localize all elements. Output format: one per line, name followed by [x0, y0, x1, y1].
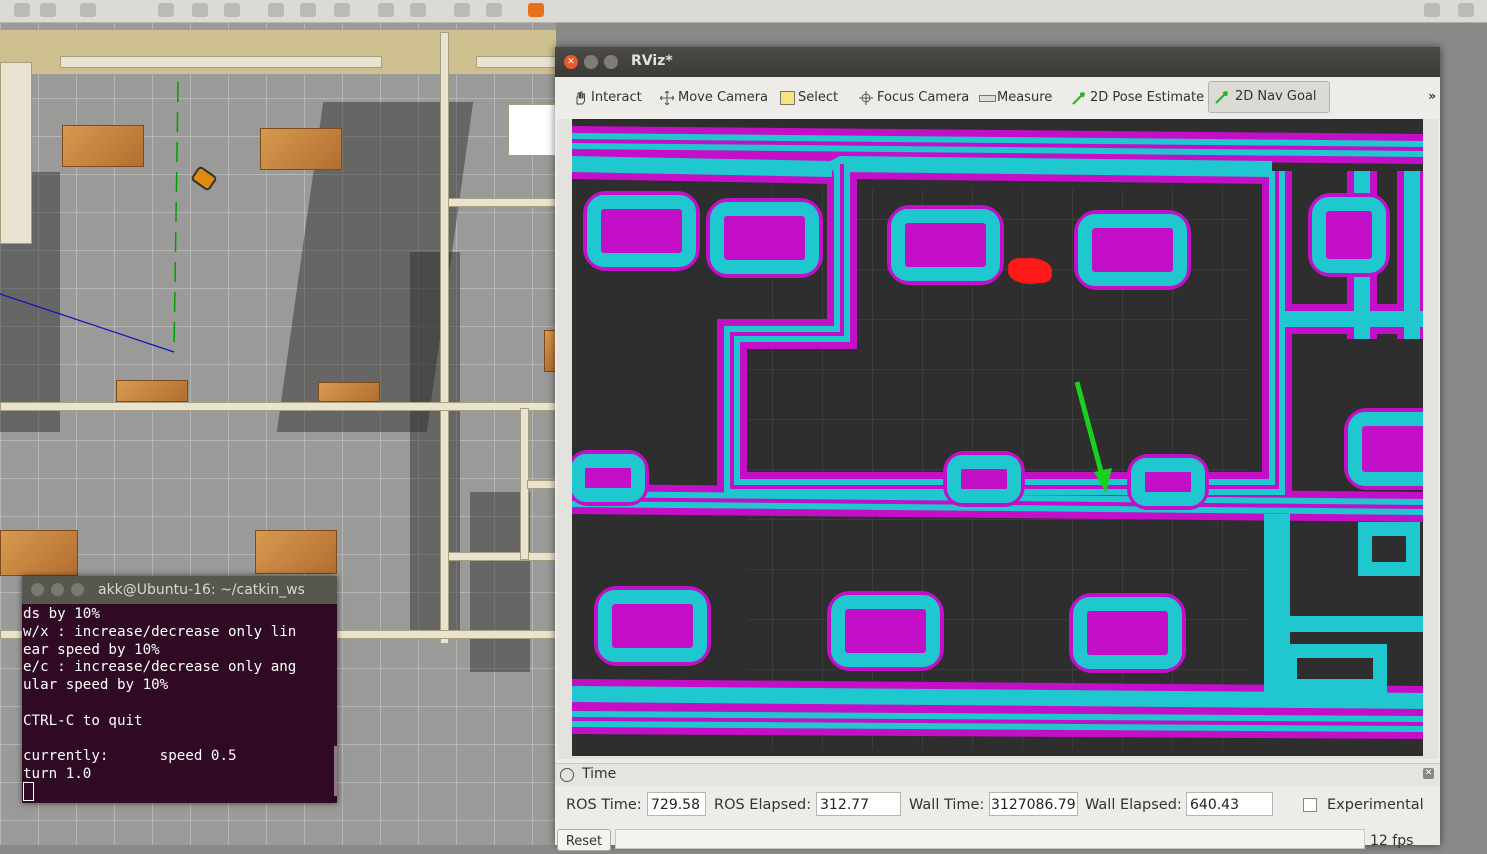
record-icon[interactable] [1458, 3, 1474, 17]
terminal-line: ​ [23, 695, 337, 713]
green-arrow-icon [1215, 91, 1228, 104]
ros-time-field[interactable]: 729.58 [647, 792, 706, 816]
tool-interact[interactable]: Interact [571, 83, 642, 113]
close-icon[interactable]: ✕ [1423, 768, 1434, 779]
render-panel [557, 119, 1438, 759]
wall-time-field[interactable]: 3127086.79 [989, 792, 1078, 816]
focus-camera-icon [859, 91, 873, 105]
tool-label: Move Camera [678, 90, 769, 105]
maximize-icon[interactable] [604, 55, 618, 69]
tool-label: Select [798, 90, 839, 105]
tool-2d-pose-estimate[interactable]: 2D Pose Estimate [1070, 83, 1204, 113]
terminal-titlebar: akk@Ubuntu-16: ~/catkin_ws [22, 576, 337, 604]
rviz-titlebar: ✕ RViz* [555, 47, 1440, 77]
gazebo-toolbar [0, 0, 1487, 23]
directional-light-icon[interactable] [334, 3, 350, 17]
terminal-window[interactable]: akk@Ubuntu-16: ~/catkin_ws ds by 10% w/x … [22, 576, 337, 803]
terminal-line: CTRL-C to quit [23, 712, 143, 729]
spot-light-icon[interactable] [300, 3, 316, 17]
terminal-output[interactable]: ds by 10% w/x : increase/decrease only li… [22, 604, 337, 784]
hand-icon [576, 91, 585, 105]
terminal-line: ​ [23, 731, 337, 749]
ros-elapsed-label: ROS Elapsed: [714, 797, 812, 813]
wall-elapsed-field[interactable]: 640.43 [1186, 792, 1273, 816]
minimize-icon[interactable] [584, 55, 598, 69]
tool-label: 2D Nav Goal [1235, 89, 1317, 104]
tool-label: Measure [997, 90, 1053, 105]
undo-icon[interactable] [14, 3, 30, 17]
terminal-line: turn 1.0 [23, 766, 92, 783]
tool-label: Focus Camera [877, 90, 970, 105]
costmap-canvas [572, 119, 1423, 756]
copy-icon[interactable] [378, 3, 394, 17]
ros-time-label: ROS Time: [566, 797, 642, 813]
color-icon[interactable] [528, 3, 544, 17]
x-axis-line [0, 293, 175, 353]
paste-icon[interactable] [410, 3, 426, 17]
close-icon[interactable]: ✕ [564, 55, 578, 69]
experimental-label: Experimental [1327, 797, 1424, 813]
tool-move-camera[interactable]: Move Camera [658, 83, 768, 113]
toolbar-overflow-button[interactable]: » [1428, 89, 1436, 103]
move-camera-icon [660, 91, 674, 105]
wall-elapsed-label: Wall Elapsed: [1085, 797, 1182, 813]
terminal-title: akk@Ubuntu-16: ~/catkin_ws [98, 582, 305, 598]
time-panel: Time ✕ ROS Time: 729.58 ROS Elapsed: 312… [555, 763, 1440, 851]
close-icon[interactable] [31, 583, 44, 596]
particle-cloud [1008, 258, 1052, 284]
rviz-window[interactable]: ✕ RViz* Interact Move Camera Select Focu… [555, 47, 1440, 851]
terminal-line: e/c : increase/decrease only ang [23, 659, 297, 676]
minimize-icon[interactable] [51, 583, 64, 596]
snap-icon[interactable] [486, 3, 502, 17]
status-bar [615, 829, 1365, 849]
tool-2d-nav-goal[interactable]: 2D Nav Goal [1208, 81, 1330, 113]
rviz-toolbar: Interact Move Camera Select Focus Camera… [555, 77, 1440, 117]
point-light-icon[interactable] [268, 3, 284, 17]
terminal-cursor [23, 782, 34, 801]
ros-elapsed-field[interactable]: 312.77 [816, 792, 901, 816]
experimental-checkbox[interactable] [1303, 798, 1317, 812]
tool-select[interactable]: Select [778, 83, 838, 113]
terminal-scrollbar[interactable] [334, 746, 337, 796]
terminal-line: ear speed by 10% [23, 641, 160, 658]
select-icon [780, 91, 795, 105]
terminal-line: currently: speed 0.5 [23, 748, 237, 765]
terminal-line: ular speed by 10% [23, 677, 169, 694]
align-icon[interactable] [454, 3, 470, 17]
reset-button[interactable]: Reset [557, 829, 611, 851]
clock-icon [560, 768, 574, 782]
tool-label: Interact [591, 90, 642, 105]
tool-measure[interactable]: Measure [977, 83, 1052, 113]
window-title: RViz* [631, 53, 673, 69]
terminal-line: w/x : increase/decrease only lin [23, 623, 297, 640]
green-arrow-icon [1072, 92, 1085, 105]
time-panel-header: Time ✕ [555, 763, 1440, 786]
terminal-line: ds by 10% [23, 606, 100, 622]
costmap-view[interactable] [572, 119, 1423, 756]
tool-focus-camera[interactable]: Focus Camera [857, 83, 969, 113]
tool-label: 2D Pose Estimate [1090, 90, 1205, 105]
wall-time-label: Wall Time: [909, 797, 985, 813]
y-axis-line [173, 81, 179, 353]
cylinder-shape-icon[interactable] [224, 3, 240, 17]
box-shape-icon[interactable] [158, 3, 174, 17]
sphere-shape-icon[interactable] [192, 3, 208, 17]
ruler-icon [979, 95, 996, 102]
screenshot-icon[interactable] [1424, 3, 1440, 17]
redo-icon[interactable] [80, 3, 96, 17]
fps-readout: 12 fps [1370, 833, 1414, 849]
maximize-icon[interactable] [71, 583, 84, 596]
undo-dropdown-icon[interactable] [40, 3, 56, 17]
time-panel-title: Time [582, 766, 617, 782]
